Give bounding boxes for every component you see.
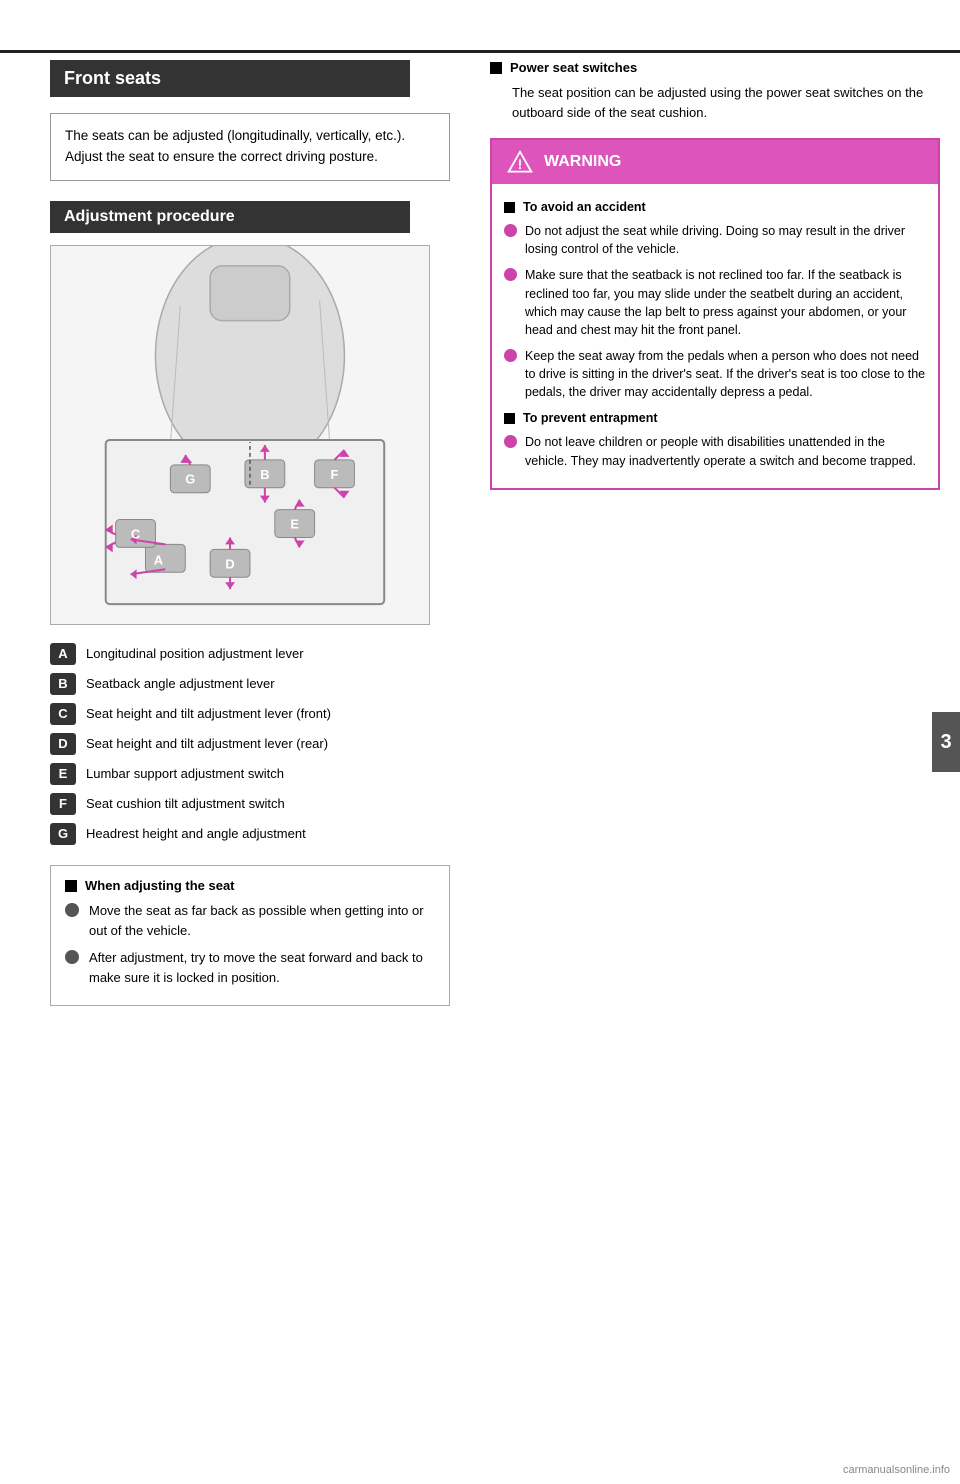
control-letter-e: E (50, 763, 76, 785)
control-description-b: Seatback angle adjustment lever (86, 673, 450, 693)
warning-triangle-icon: ! (506, 148, 534, 176)
warn-bullet-2-text: Make sure that the seatback is not recli… (525, 266, 926, 339)
seat-svg: A B C D E F G (51, 246, 429, 624)
warn-bullet-2: Make sure that the seatback is not recli… (504, 266, 926, 339)
note-bullet-2: After adjustment, try to move the seat f… (65, 948, 435, 987)
control-label-row-c: C Seat height and tilt adjustment lever (… (50, 703, 450, 725)
section-title: Front seats (50, 60, 410, 97)
control-description-e: Lumbar support adjustment switch (86, 763, 450, 783)
right-column: Power seat switches The seat position ca… (470, 0, 960, 1484)
right-top-header-text: Power seat switches (510, 60, 637, 75)
page-container: Front seats The seats can be adjusted (l… (0, 0, 960, 1484)
note-square-icon (65, 880, 77, 892)
right-sq-icon (490, 62, 502, 74)
warning-box: ! WARNING To avoid an accident Do not ad… (490, 138, 940, 490)
control-description-d: Seat height and tilt adjustment lever (r… (86, 733, 450, 753)
warn-bullet-1: Do not adjust the seat while driving. Do… (504, 222, 926, 258)
control-label-row-b: B Seatback angle adjustment lever (50, 673, 450, 695)
seat-diagram: A B C D E F G (50, 245, 430, 625)
control-letter-d: D (50, 733, 76, 755)
section-tab: 3 (932, 712, 960, 772)
warn-bullet-dot-4 (504, 435, 517, 448)
left-column: Front seats The seats can be adjusted (l… (0, 0, 470, 1484)
warn-bullet-4-text: Do not leave children or people with dis… (525, 433, 926, 469)
watermark: carmanualsonline.info (843, 1464, 950, 1476)
right-top-description: The seat position can be adjusted using … (512, 85, 923, 120)
warn-bullet-dot-2 (504, 268, 517, 281)
warn-bullet-dot-1 (504, 224, 517, 237)
svg-text:!: ! (518, 156, 523, 172)
warning-content: To avoid an accident Do not adjust the s… (492, 184, 938, 488)
svg-text:C: C (131, 526, 140, 541)
warn-section2-text: To prevent entrapment (523, 409, 658, 427)
control-labels: A Longitudinal position adjustment lever B… (50, 643, 450, 845)
control-letter-c: C (50, 703, 76, 725)
control-label-row-e: E Lumbar support adjustment switch (50, 763, 450, 785)
bullet-circle-icon-2 (65, 950, 79, 964)
control-description-a: Longitudinal position adjustment lever (86, 643, 450, 663)
control-letter-f: F (50, 793, 76, 815)
section-number: 3 (940, 731, 951, 754)
warning-title: WARNING (544, 153, 621, 171)
warn-bullet-4: Do not leave children or people with dis… (504, 433, 926, 469)
note-bullet-2-text: After adjustment, try to move the seat f… (89, 948, 435, 987)
control-letter-b: B (50, 673, 76, 695)
right-top-content: Power seat switches The seat position ca… (490, 60, 940, 122)
control-label-row-d: D Seat height and tilt adjustment lever (… (50, 733, 450, 755)
svg-text:A: A (154, 552, 163, 567)
note-bullet-1: Move the seat as far back as possible wh… (65, 901, 435, 940)
control-letter-g: G (50, 823, 76, 845)
control-description-g: Headrest height and angle adjustment (86, 823, 450, 843)
control-label-row-g: G Headrest height and angle adjustment (50, 823, 450, 845)
note-bullet-1-text: Move the seat as far back as possible wh… (89, 901, 435, 940)
svg-text:D: D (225, 556, 234, 571)
warn-bullet-3-text: Keep the seat away from the pedals when … (525, 347, 926, 401)
bullet-circle-icon (65, 903, 79, 917)
warn-section1-text: To avoid an accident (523, 198, 646, 216)
control-letter-a: A (50, 643, 76, 665)
warn-section1-header: To avoid an accident (504, 198, 926, 216)
svg-text:B: B (260, 467, 269, 482)
control-label-row-f: F Seat cushion tilt adjustment switch (50, 793, 450, 815)
warn-bullet-1-text: Do not adjust the seat while driving. Do… (525, 222, 926, 258)
warn-bullet-3: Keep the seat away from the pedals when … (504, 347, 926, 401)
control-description-f: Seat cushion tilt adjustment switch (86, 793, 450, 813)
note-header-text: When adjusting the seat (85, 876, 235, 896)
warn-section2-header: To prevent entrapment (504, 409, 926, 427)
warn-sq-icon-2 (504, 413, 515, 424)
right-top-header-row: Power seat switches (490, 60, 940, 75)
adjustment-header: Adjustment procedure (50, 201, 410, 233)
note-box: When adjusting the seat Move the seat as… (50, 865, 450, 1007)
warn-bullet-dot-3 (504, 349, 517, 362)
svg-text:E: E (290, 516, 299, 531)
control-label-row-a: A Longitudinal position adjustment lever (50, 643, 450, 665)
svg-text:G: G (185, 472, 195, 487)
info-box-text: The seats can be adjusted (longitudinall… (65, 128, 405, 164)
warn-sq-icon-1 (504, 202, 515, 213)
svg-text:F: F (331, 467, 339, 482)
control-description-c: Seat height and tilt adjustment lever (f… (86, 703, 450, 723)
note-header: When adjusting the seat (65, 876, 435, 896)
warning-header: ! WARNING (492, 140, 938, 184)
info-box: The seats can be adjusted (longitudinall… (50, 113, 450, 181)
